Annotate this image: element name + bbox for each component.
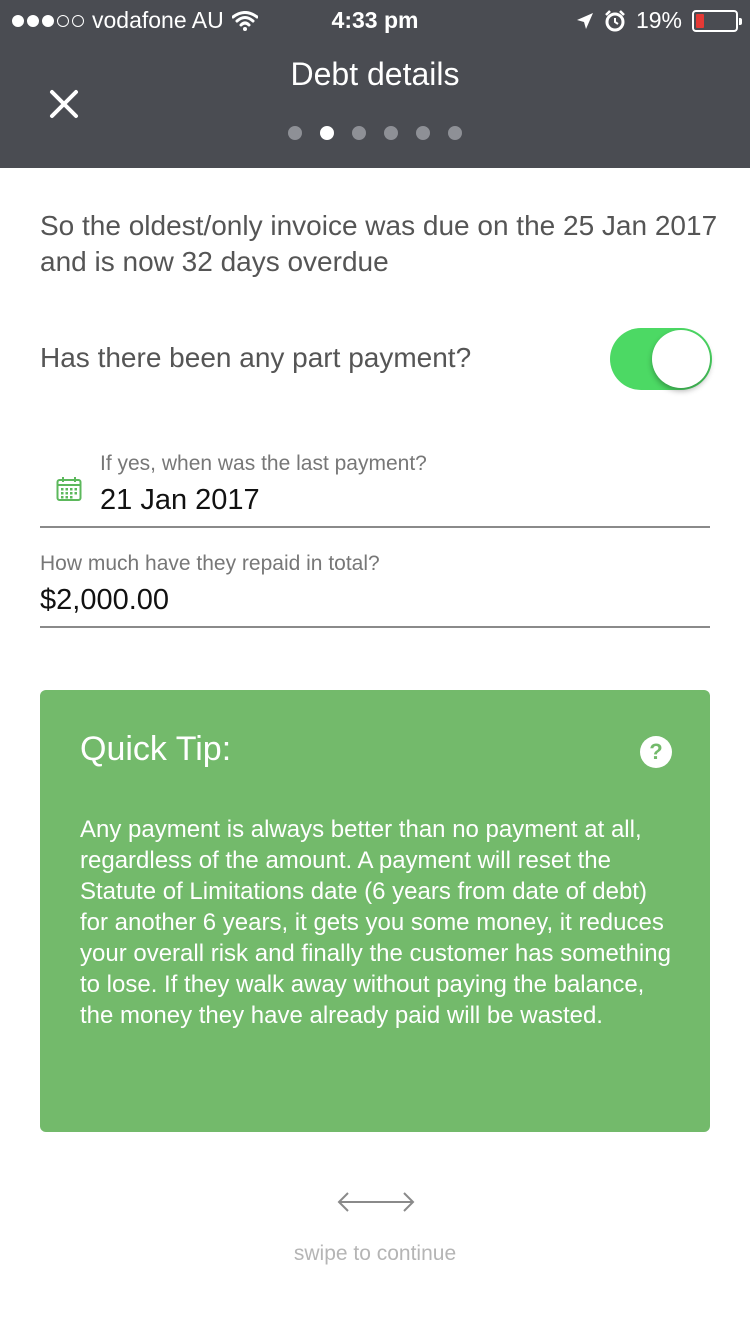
- quick-tip-body: Any payment is always better than no pay…: [80, 816, 671, 1029]
- quick-tip-title: Quick Tip:: [80, 730, 232, 768]
- last-payment-field: If yes, when was the last payment?: [40, 446, 710, 528]
- overdue-summary: So the oldest/only invoice was due on th…: [40, 210, 718, 277]
- alarm-icon: [605, 9, 625, 31]
- page-title: Debt details: [290, 56, 460, 92]
- swipe-arrow-icon: [337, 1192, 415, 1212]
- location-arrow-icon: [576, 12, 593, 29]
- part-payment-question: Has there been any part payment?: [40, 342, 472, 373]
- repaid-total-field: How much have they repaid in total?: [40, 546, 710, 628]
- page-dot: [416, 126, 430, 140]
- page-dot-active: [320, 126, 334, 140]
- page-dot: [448, 126, 462, 140]
- swipe-to-continue-label: swipe to continue: [293, 1242, 457, 1265]
- status-right: 19%: [576, 7, 742, 34]
- last-payment-label: If yes, when was the last payment?: [100, 452, 427, 475]
- battery-percent: 19%: [635, 7, 682, 33]
- page-indicator: [0, 126, 750, 140]
- repaid-total-input[interactable]: [40, 584, 700, 617]
- quick-tip-card: Quick Tip: ? Any payment is always bette…: [40, 690, 710, 1132]
- calendar-icon[interactable]: [56, 476, 82, 502]
- last-payment-date-input[interactable]: [100, 484, 700, 517]
- repaid-total-label: How much have they repaid in total?: [40, 552, 380, 575]
- part-payment-row: Has there been any part payment?: [40, 328, 712, 392]
- toggle-knob: [652, 330, 710, 388]
- page-dot: [352, 126, 366, 140]
- header-bar: vodafone AU 4:33 pm 19% Debt details: [0, 0, 750, 168]
- page-dot: [288, 126, 302, 140]
- page-dot: [384, 126, 398, 140]
- help-icon[interactable]: ?: [640, 736, 672, 768]
- status-bar: vodafone AU 4:33 pm 19%: [0, 0, 750, 40]
- battery-icon: [692, 9, 742, 32]
- part-payment-toggle[interactable]: [610, 328, 712, 390]
- battery-level: [696, 13, 704, 28]
